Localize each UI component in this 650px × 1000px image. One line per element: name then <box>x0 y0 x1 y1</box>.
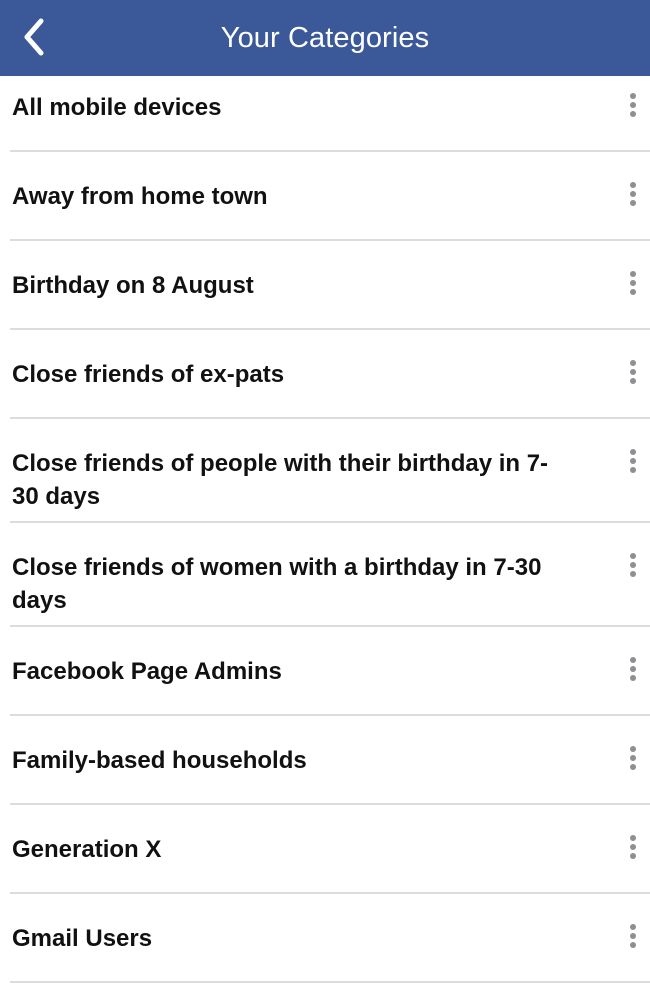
list-item[interactable]: All mobile devices <box>10 76 650 152</box>
more-vertical-icon <box>630 746 636 752</box>
list-item[interactable]: Close friends of ex-pats <box>10 330 650 419</box>
category-label: Close friends of people with their birth… <box>12 450 549 510</box>
more-vertical-icon <box>630 182 636 188</box>
list-item[interactable]: Facebook Page Admins <box>10 627 650 716</box>
list-item[interactable]: Family-based households <box>10 716 650 805</box>
more-options-button[interactable] <box>622 355 644 389</box>
more-vertical-icon <box>630 271 636 277</box>
more-vertical-icon <box>630 835 636 841</box>
more-options-button[interactable] <box>622 266 644 300</box>
list-item[interactable]: Gmail Users <box>10 894 650 983</box>
more-vertical-icon <box>630 93 636 99</box>
list-item[interactable]: Close friends of women with a birthday i… <box>10 523 650 627</box>
more-vertical-icon <box>630 657 636 663</box>
list-item[interactable]: Generation X <box>10 805 650 894</box>
category-label: Facebook Page Admins <box>12 658 282 685</box>
category-label: Family-based households <box>12 747 307 774</box>
category-label: Gmail Users <box>12 925 153 952</box>
more-options-button[interactable] <box>622 548 644 582</box>
category-label: Close friends of women with a birthday i… <box>12 554 542 614</box>
back-button[interactable] <box>14 14 54 60</box>
category-label: All mobile devices <box>12 94 222 121</box>
more-options-button[interactable] <box>622 741 644 775</box>
chevron-left-icon <box>24 18 44 56</box>
list-item[interactable]: Close friends of people with their birth… <box>10 419 650 523</box>
list-item[interactable]: Away from home town <box>10 152 650 241</box>
category-label: Generation X <box>12 836 162 863</box>
more-vertical-icon <box>630 924 636 930</box>
more-options-button[interactable] <box>622 652 644 686</box>
more-options-button[interactable] <box>622 830 644 864</box>
navigation-bar: Your Categories <box>0 0 650 76</box>
more-vertical-icon <box>630 360 636 366</box>
more-options-button[interactable] <box>622 444 644 478</box>
category-label: Away from home town <box>12 183 268 210</box>
more-vertical-icon <box>630 553 636 559</box>
more-vertical-icon <box>630 449 636 455</box>
page-title: Your Categories <box>220 21 430 54</box>
category-label: Close friends of ex-pats <box>12 361 285 388</box>
more-options-button[interactable] <box>622 177 644 211</box>
list-item[interactable]: Birthday on 8 August <box>10 241 650 330</box>
category-label: Birthday on 8 August <box>12 272 254 299</box>
more-options-button[interactable] <box>622 88 644 122</box>
category-list: All mobile devices Away from home town B… <box>0 76 650 983</box>
more-options-button[interactable] <box>622 919 644 953</box>
